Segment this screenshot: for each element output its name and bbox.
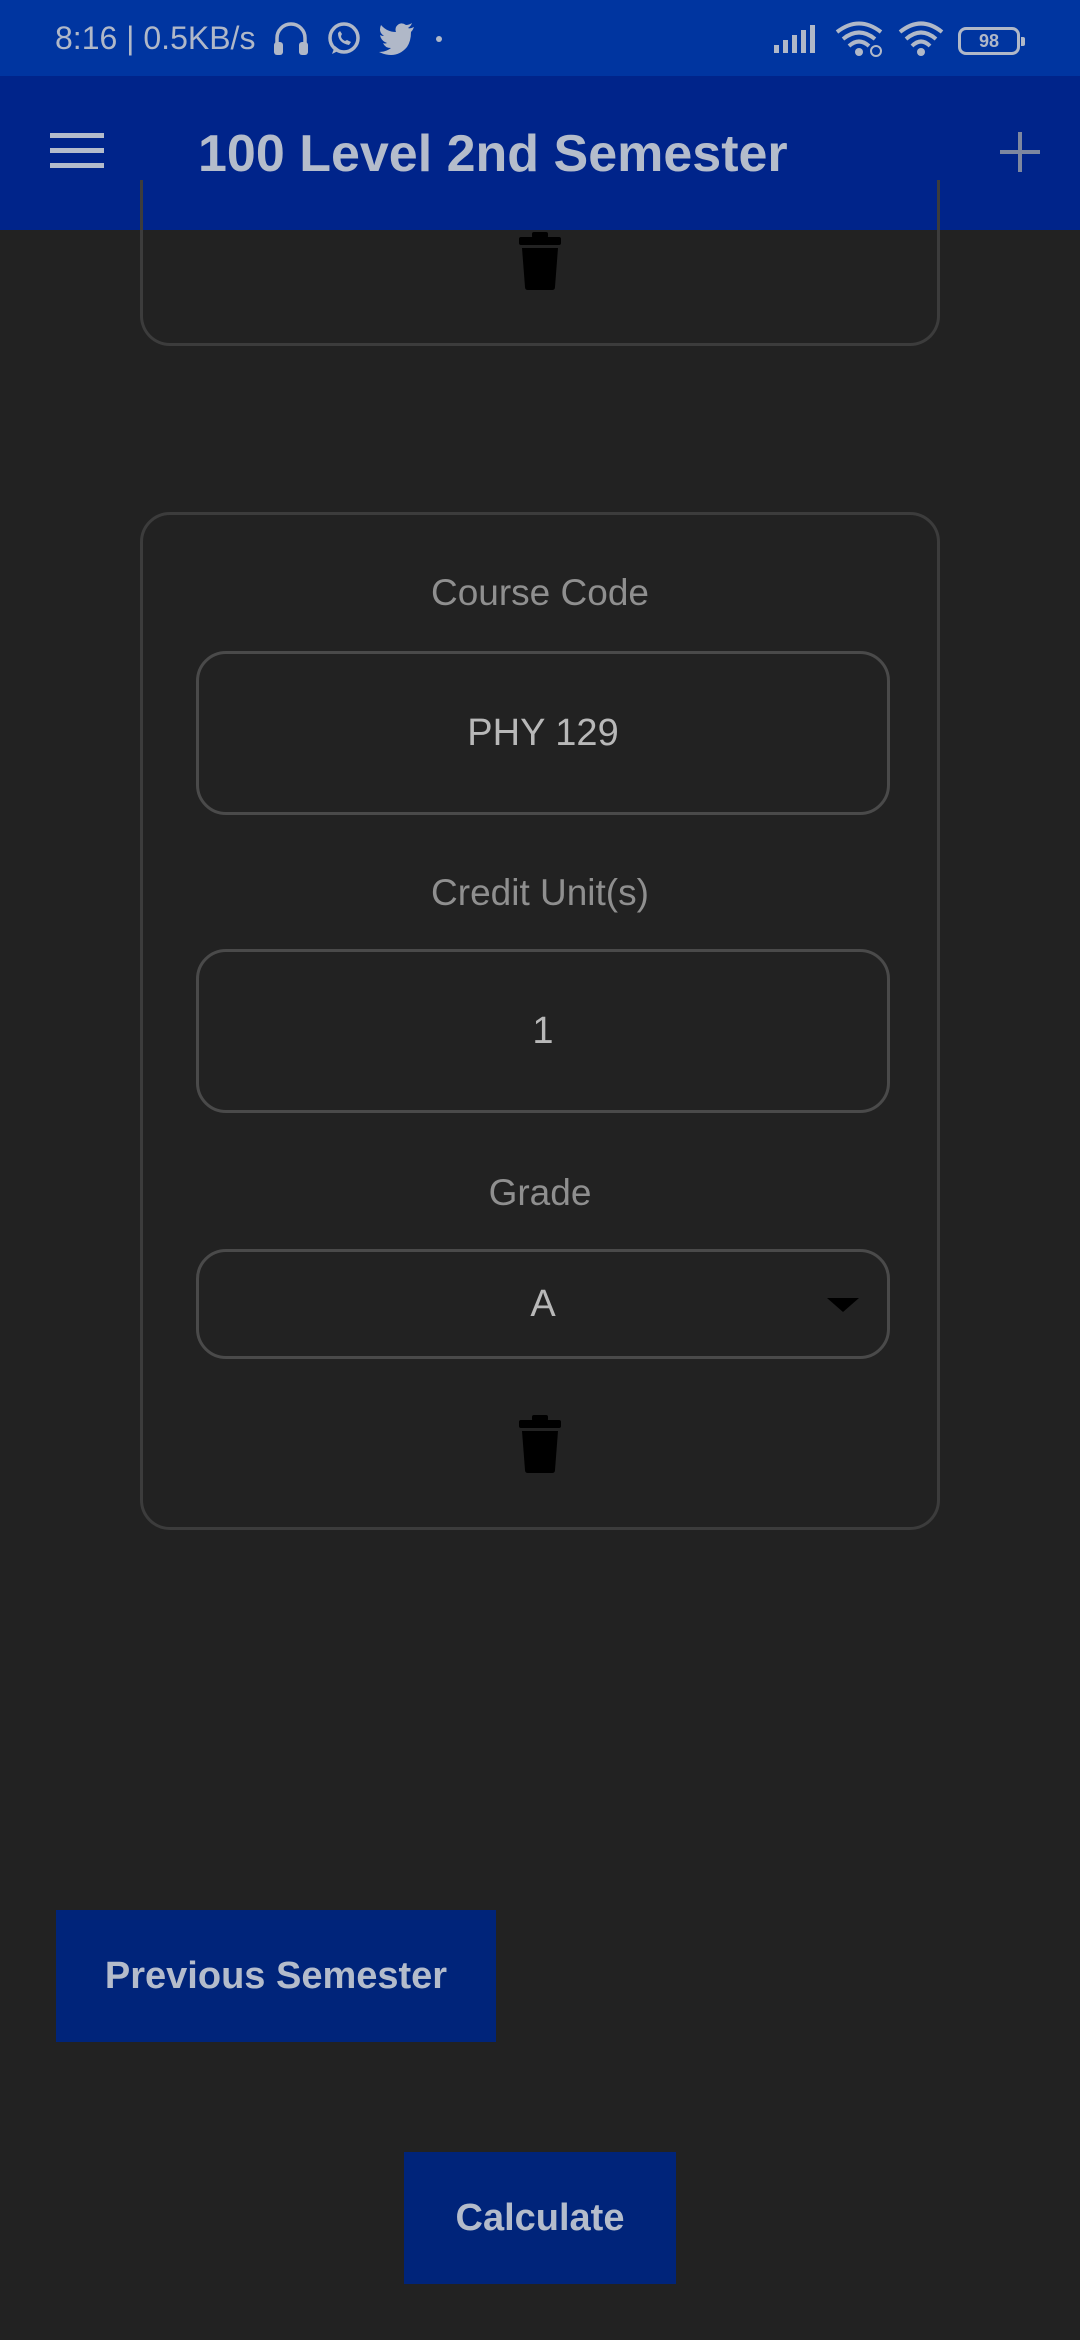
twitter-icon <box>378 22 416 61</box>
course-code-label: Course Code <box>430 572 649 613</box>
status-notification-icons <box>272 21 446 61</box>
course-card: Course Code Credit Unit(s) Grade A <box>140 512 940 1530</box>
status-system-icons: 98 <box>772 21 1025 60</box>
calculate-button[interactable]: Calculate <box>404 2152 676 2284</box>
menu-button[interactable] <box>40 124 114 182</box>
signal-icon <box>772 23 820 60</box>
trash-icon <box>518 232 562 294</box>
add-course-button[interactable] <box>988 122 1052 186</box>
grade-select[interactable]: A <box>196 1249 890 1359</box>
status-network-speed: 0.5KB/s <box>143 20 256 56</box>
status-time-network: 8:16 | 0.5KB/s <box>55 22 255 54</box>
whatsapp-icon <box>326 21 362 62</box>
trash-icon <box>518 1415 562 1477</box>
battery-level: 98 <box>978 30 1000 51</box>
hamburger-menu-icon <box>50 131 104 176</box>
credit-units-field[interactable] <box>196 949 890 1113</box>
headphones-icon <box>272 21 310 62</box>
grade-selected-value: A <box>530 1282 556 1325</box>
previous-semester-button[interactable]: Previous Semester <box>56 1910 496 2042</box>
grade-label: Grade <box>488 1172 592 1213</box>
credit-units-label: Credit Unit(s) <box>431 872 649 913</box>
page-title: 100 Level 2nd Semester <box>198 125 788 183</box>
caret-down-icon <box>827 1298 859 1312</box>
status-bar: 8:16 | 0.5KB/s 98 <box>0 0 1080 76</box>
status-time: 8:16 <box>55 20 118 56</box>
delete-course-button[interactable] <box>518 1415 562 1473</box>
dot-icon <box>432 32 446 51</box>
wifi-icon <box>898 21 944 62</box>
wifi-icon <box>834 21 884 62</box>
battery-icon: 98 <box>958 27 1025 55</box>
course-code-input[interactable] <box>199 710 887 756</box>
course-code-field[interactable] <box>196 651 890 815</box>
delete-course-button[interactable] <box>518 232 562 290</box>
plus-icon <box>1000 131 1040 177</box>
course-card <box>140 180 940 346</box>
status-separator: | <box>126 20 135 56</box>
credit-units-input[interactable] <box>199 1008 887 1054</box>
